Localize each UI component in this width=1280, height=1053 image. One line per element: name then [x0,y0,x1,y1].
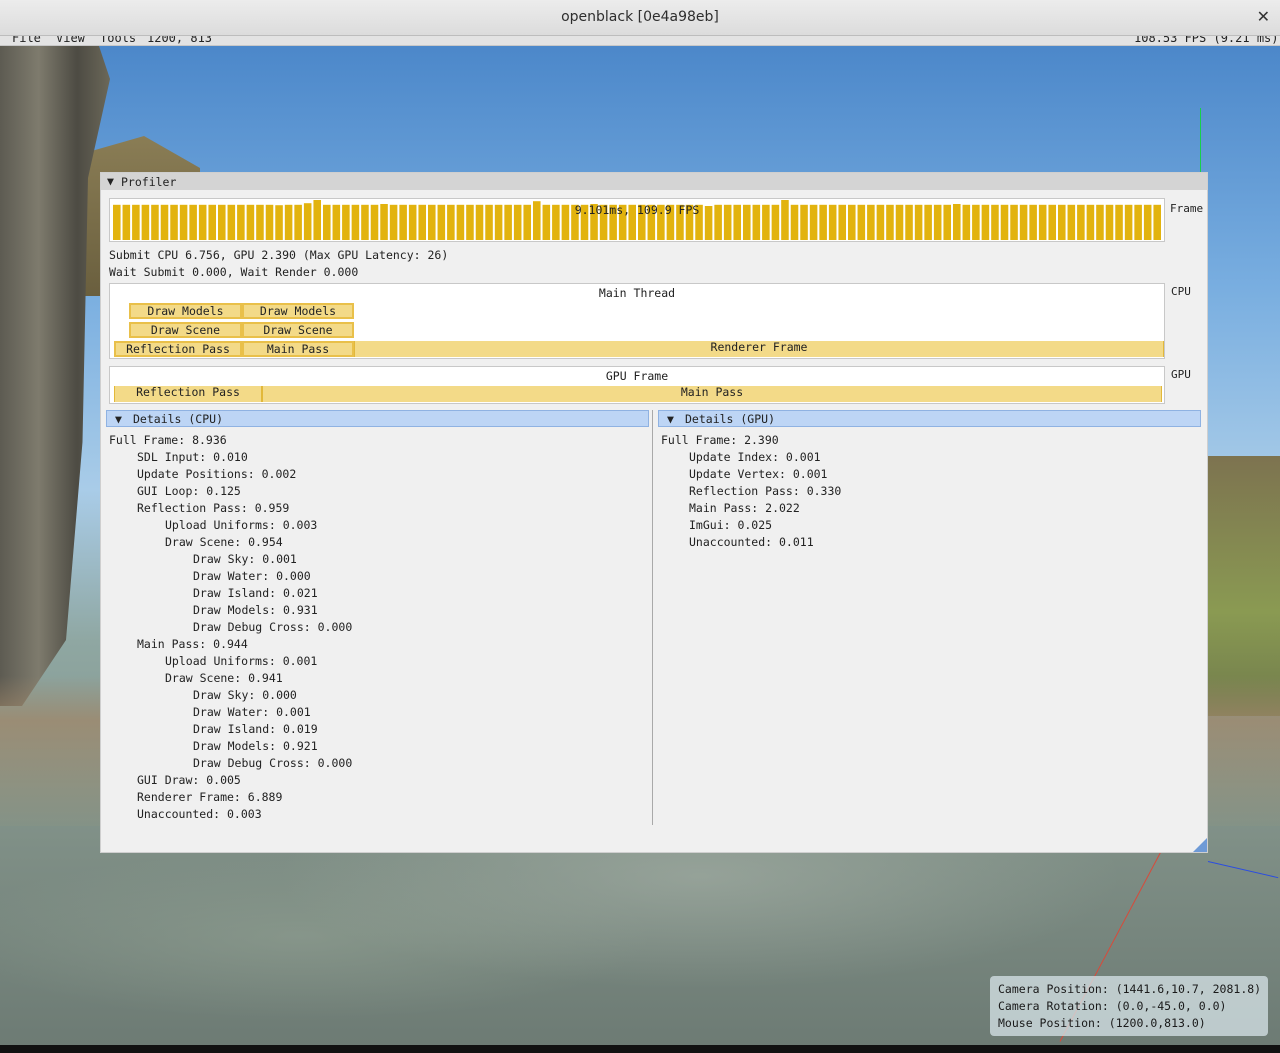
cpu-segment-renderer-frame[interactable]: Renderer Frame [354,341,1164,357]
detail-entry: Unaccounted: 0.003 [137,807,262,821]
detail-entry: Main Pass: 0.944 [137,637,248,651]
bottom-edge [0,1045,1280,1053]
profiler-window: ▼ Profiler 9.101ms, 109.9 FPS Frame Subm… [100,172,1208,853]
detail-entry: Draw Sky: 0.001 [193,552,297,566]
detail-entry: Draw Sky: 0.000 [193,688,297,702]
cpu-segment-main-pass[interactable]: Main Pass [242,341,354,357]
triangle-down-icon[interactable]: ▼ [667,412,674,426]
detail-entry: GUI Loop: 0.125 [137,484,241,498]
window-title: openblack [0e4a98eb] [561,9,719,25]
detail-entry: Full Frame: 2.390 [661,433,779,447]
gpu-segment-main-pass[interactable]: Main Pass [262,386,1162,402]
detail-entry: ImGui: 0.025 [689,518,773,532]
cpu-segment-draw-scene-2[interactable]: Draw Scene [242,322,354,338]
close-icon[interactable]: ✕ [1257,7,1270,26]
details-gpu-header[interactable]: ▼ Details (GPU) [658,410,1201,427]
camera-rotation: Camera Rotation: (0.0,-45.0, 0.0) [998,999,1227,1013]
details-divider[interactable] [652,410,653,825]
gpu-side-label: GPU [1171,368,1191,381]
window-titlebar: openblack [0e4a98eb] ✕ [0,0,1280,36]
detail-entry: Draw Island: 0.021 [193,586,318,600]
resize-grip-icon[interactable] [1193,838,1207,852]
details-cpu-header[interactable]: ▼ Details (CPU) [106,410,649,427]
cpu-timeline[interactable]: Main Thread Draw Models Draw Models Draw… [109,283,1165,359]
gpu-timeline[interactable]: GPU Frame Reflection Pass Main Pass [109,366,1165,404]
detail-entry: Reflection Pass: 0.959 [137,501,290,515]
detail-entry: Draw Scene: 0.941 [165,671,283,685]
detail-entry: Unaccounted: 0.011 [689,535,814,549]
frame-graph-label: 9.101ms, 109.9 FPS [574,203,700,217]
detail-entry: Renderer Frame: 6.889 [137,790,283,804]
profiler-title-bar[interactable]: ▼ Profiler [101,173,1207,190]
detail-entry: Draw Models: 0.931 [193,603,318,617]
cpu-side-label: CPU [1171,285,1191,298]
detail-entry: Draw Debug Cross: 0.000 [193,620,353,634]
triangle-down-icon[interactable]: ▼ [107,174,114,188]
detail-entry: SDL Input: 0.010 [137,450,248,464]
frame-side-label: Frame [1170,202,1204,215]
mouse-position: Mouse Position: (1200.0,813.0) [998,1016,1206,1030]
detail-entry: Draw Island: 0.019 [193,722,318,736]
fps-readout: 108.53 FPS (9.21 ms) [1134,36,1279,45]
rock-cliff [0,46,110,706]
cpu-segment-draw-models-1[interactable]: Draw Models [129,303,242,319]
detail-entry: GUI Draw: 0.005 [137,773,241,787]
camera-position: Camera Position: (1441.6,10.7, 2081.8) [998,982,1262,996]
profiler-title: Profiler [121,175,177,189]
resolution-readout: 1200, 813 [147,36,213,45]
debug-axis-z [1207,861,1279,879]
detail-entry: Update Positions: 0.002 [137,467,297,481]
detail-entry: Draw Models: 0.921 [193,739,318,753]
detail-entry: Draw Scene: 0.954 [165,535,283,549]
detail-entry: Update Vertex: 0.001 [689,467,828,481]
detail-entry: Upload Uniforms: 0.001 [165,654,318,668]
cpu-segment-draw-scene-1[interactable]: Draw Scene [129,322,242,338]
detail-entry: Draw Water: 0.001 [193,705,311,719]
menu-file[interactable]: File [12,36,41,45]
detail-entry: Full Frame: 8.936 [109,433,227,447]
detail-entry: Draw Debug Cross: 0.000 [193,756,353,770]
detail-entry: Main Pass: 2.022 [689,501,800,515]
menu-tools[interactable]: Tools [100,36,136,45]
wait-stats: Wait Submit 0.000, Wait Render 0.000 [109,265,359,279]
details-cpu-title: Details (CPU) [133,412,224,426]
cpu-timeline-title: Main Thread [598,286,676,300]
detail-entry: Upload Uniforms: 0.003 [165,518,318,532]
cpu-segment-reflection-pass[interactable]: Reflection Pass [114,341,242,357]
details-gpu-title: Details (GPU) [685,412,776,426]
camera-info-overlay: Camera Position: (1441.6,10.7, 2081.8) C… [990,976,1268,1036]
detail-entry: Reflection Pass: 0.330 [689,484,842,498]
cpu-segment-draw-models-2[interactable]: Draw Models [242,303,354,319]
detail-entry: Update Index: 0.001 [689,450,821,464]
detail-entry: Draw Water: 0.000 [193,569,311,583]
submit-stats: Submit CPU 6.756, GPU 2.390 (Max GPU Lat… [109,248,449,262]
gpu-segment-reflection-pass[interactable]: Reflection Pass [114,386,262,402]
menu-view[interactable]: View [56,36,85,45]
gpu-timeline-title: GPU Frame [605,369,669,383]
frame-time-graph[interactable]: 9.101ms, 109.9 FPS [109,198,1165,242]
triangle-down-icon[interactable]: ▼ [115,412,122,426]
main-menu-bar: File View Tools 1200, 813 108.53 FPS (9.… [0,36,1280,46]
